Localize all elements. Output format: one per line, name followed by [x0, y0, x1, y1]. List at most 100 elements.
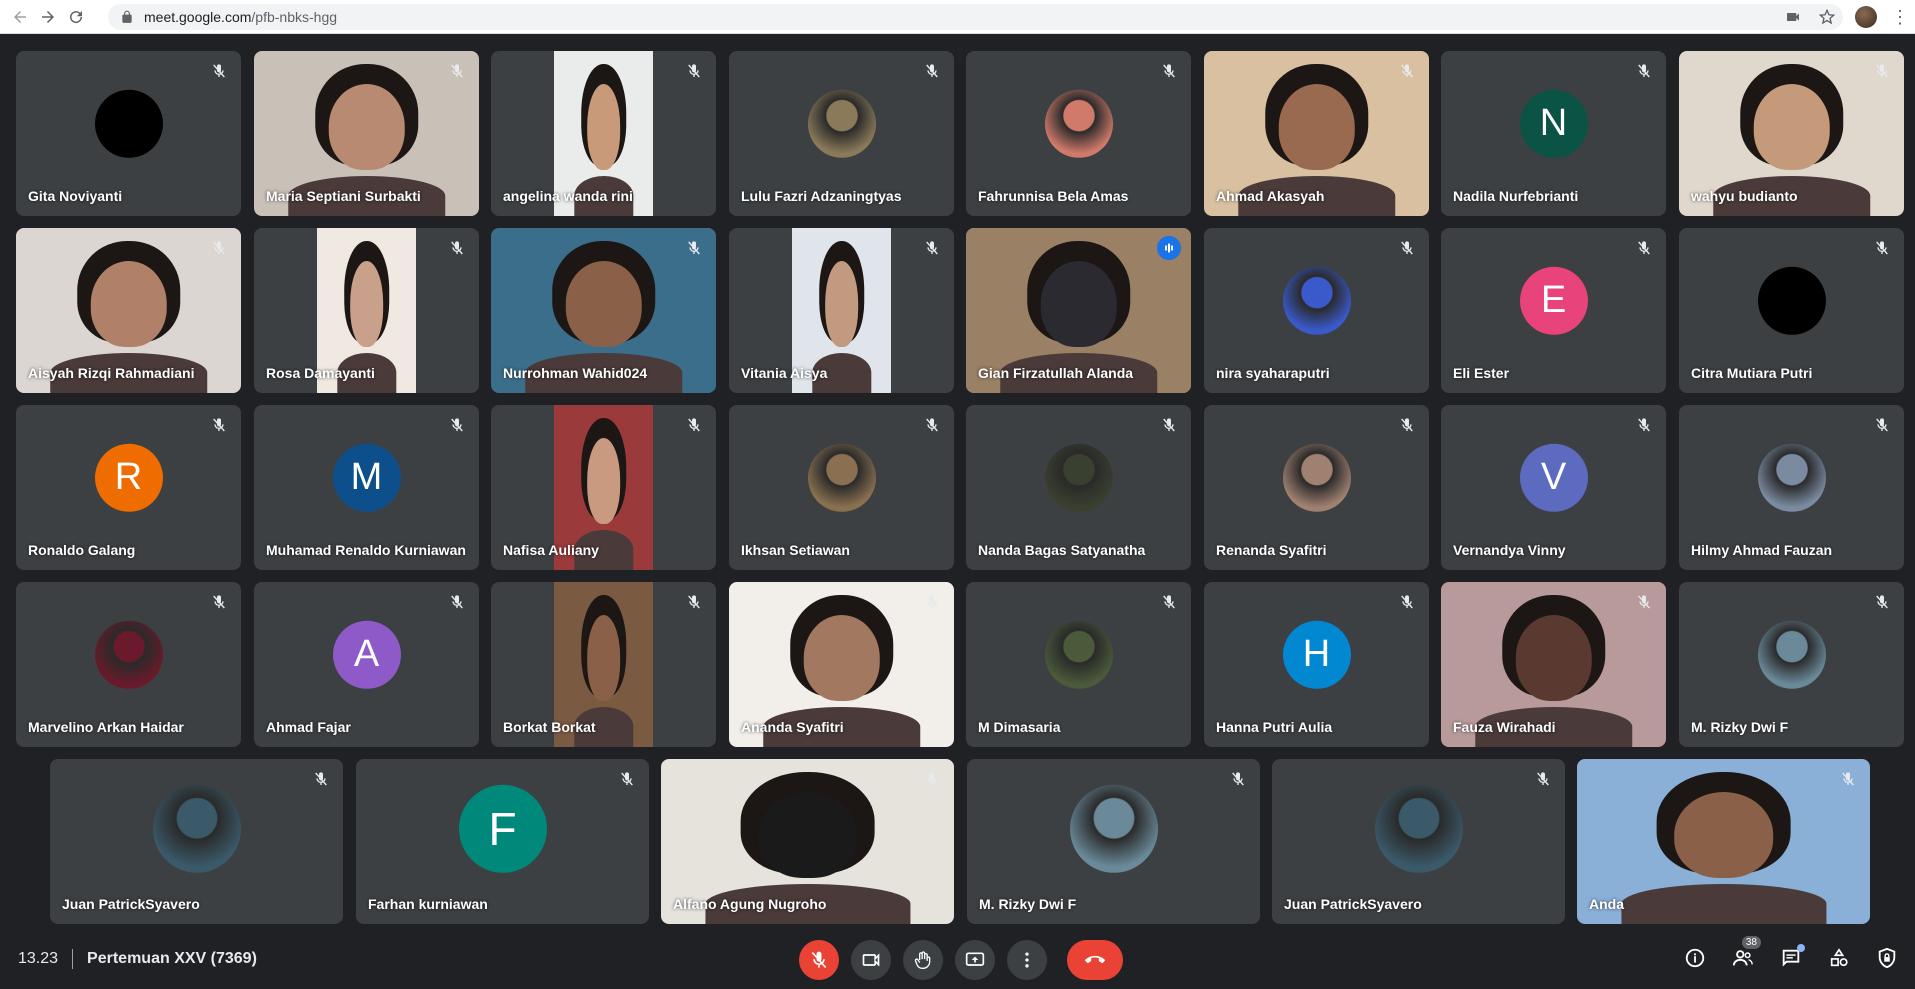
participant-tile[interactable]: Ikhsan Setiawan	[729, 405, 954, 570]
participant-tile[interactable]: Hilmy Ahmad Fauzan	[1679, 405, 1904, 570]
participant-name: Vitania Aisya	[741, 365, 828, 381]
participant-tile[interactable]: Juan PatrickSyavero	[50, 759, 343, 924]
participant-name: Nurrohman Wahid024	[503, 365, 648, 381]
participant-name: Ahmad Fajar	[266, 719, 351, 735]
shield-lock-icon	[1878, 947, 1896, 969]
participant-name: Nanda Bagas Satyanatha	[978, 542, 1146, 558]
participant-name: Ananda Syafitri	[741, 719, 844, 735]
raise-hand-button[interactable]	[903, 940, 943, 980]
participant-tile[interactable]: Juan PatrickSyavero	[1272, 759, 1565, 924]
bookmark-star-icon[interactable]	[1819, 9, 1835, 25]
participant-name: M. Rizky Dwi F	[1691, 719, 1789, 735]
participant-tile[interactable]: Anda	[1577, 759, 1870, 924]
participant-tile[interactable]: wahyu budianto	[1679, 51, 1904, 216]
participant-name: Muhamad Renaldo Kurniawan	[266, 542, 466, 558]
reload-icon[interactable]	[62, 3, 90, 31]
camera-in-use-icon[interactable]	[1785, 9, 1801, 25]
participant-tile[interactable]: Fahrunnisa Bela Amas	[966, 51, 1191, 216]
participant-name: Maria Septiani Surbakti	[266, 188, 421, 204]
people-button[interactable]: 38	[1727, 936, 1761, 974]
participant-name: Hilmy Ahmad Fauzan	[1691, 542, 1833, 558]
participant-tile[interactable]: Citra Mutiara Putri	[1679, 228, 1904, 393]
mic-muted-icon	[615, 767, 639, 791]
participant-tile[interactable]: Gita Noviyanti	[16, 51, 241, 216]
activities-button[interactable]	[1823, 942, 1855, 974]
browser-menu-icon[interactable]: ⋮	[1891, 7, 1909, 27]
forward-icon[interactable]	[34, 3, 62, 31]
participant-avatar: A	[332, 620, 401, 689]
participant-name: Fahrunnisa Bela Amas	[978, 188, 1129, 204]
participant-name: Anda	[1589, 896, 1624, 912]
mic-muted-icon	[1632, 590, 1656, 614]
participant-tile[interactable]: Rosa Damayanti	[254, 228, 479, 393]
participant-tile[interactable]: Fauza Wirahadi	[1441, 582, 1666, 747]
participant-tile[interactable]: R Ronaldo Galang	[16, 405, 241, 570]
participant-tile[interactable]: Alfano Agung Nugroho	[661, 759, 954, 924]
participant-tile[interactable]: V Vernandya Vinny	[1441, 405, 1666, 570]
camera-button[interactable]	[851, 940, 891, 980]
participant-tile[interactable]: E Eli Ester	[1441, 228, 1666, 393]
participant-avatar: R	[94, 443, 163, 512]
chat-button[interactable]	[1775, 942, 1807, 974]
mic-muted-icon	[1632, 59, 1656, 83]
mic-muted-icon	[1157, 59, 1181, 83]
participant-tile[interactable]: M. Rizky Dwi F	[1679, 582, 1904, 747]
participant-photo	[94, 620, 163, 689]
mic-off-button[interactable]	[799, 940, 839, 980]
participant-tile[interactable]: Nafisa Auliany	[491, 405, 716, 570]
participant-tile[interactable]: Vitania Aisya	[729, 228, 954, 393]
participant-tile[interactable]: M Dimasaria	[966, 582, 1191, 747]
participant-tile[interactable]: nira syaharaputri	[1204, 228, 1429, 393]
mic-muted-icon	[207, 236, 231, 260]
participant-tile[interactable]: Maria Septiani Surbakti	[254, 51, 479, 216]
meeting-time: 13.23	[18, 949, 59, 967]
profile-avatar[interactable]	[1855, 6, 1877, 28]
participant-name: Gita Noviyanti	[28, 188, 123, 204]
participant-tile[interactable]: Nanda Bagas Satyanatha	[966, 405, 1191, 570]
participant-tile[interactable]: Borkat Borkat	[491, 582, 716, 747]
mic-muted-icon	[1157, 413, 1181, 437]
more-vert-icon	[1025, 952, 1029, 968]
mic-muted-icon	[445, 413, 469, 437]
participant-tile[interactable]: H Hanna Putri Aulia	[1204, 582, 1429, 747]
mic-muted-icon	[682, 413, 706, 437]
mic-muted-icon	[1870, 59, 1894, 83]
participant-tile[interactable]: Renanda Syafitri	[1204, 405, 1429, 570]
participant-avatar: V	[1519, 443, 1588, 512]
present-screen-button[interactable]	[955, 940, 995, 980]
back-icon[interactable]	[6, 3, 34, 31]
participant-tile[interactable]: Aisyah Rizqi Rahmadiani	[16, 228, 241, 393]
participant-tile[interactable]: M Muhamad Renaldo Kurniawan	[254, 405, 479, 570]
participant-tile[interactable]: angelina wanda rini	[491, 51, 716, 216]
participant-tile[interactable]: M. Rizky Dwi F	[967, 759, 1260, 924]
participant-name: Ronaldo Galang	[28, 542, 136, 558]
leave-call-button[interactable]	[1067, 940, 1123, 980]
participant-grid: Gita Noviyanti Maria Septiani Surbakti ang…	[0, 34, 1915, 928]
address-bar[interactable]: meet.google.com/pfb-nbks-hgg	[108, 4, 1843, 30]
lock-icon	[122, 10, 132, 23]
participant-tile[interactable]: N Nadila Nurfebrianti	[1441, 51, 1666, 216]
participant-photo	[1757, 443, 1826, 512]
mic-muted-icon	[1395, 236, 1419, 260]
participant-avatar	[94, 89, 163, 158]
participant-tile[interactable]: Nurrohman Wahid024	[491, 228, 716, 393]
participant-tile[interactable]: Gian Firzatullah Alanda	[966, 228, 1191, 393]
call-end-icon	[1085, 955, 1105, 964]
meeting-info: 13.23 Pertemuan XXV (7369)	[18, 928, 257, 989]
host-controls-button[interactable]	[1871, 942, 1903, 974]
meeting-details-button[interactable]	[1679, 942, 1711, 974]
participant-tile[interactable]: A Ahmad Fajar	[254, 582, 479, 747]
side-panel-controls: 38	[1679, 936, 1903, 974]
participant-name: Nadila Nurfebrianti	[1453, 188, 1579, 204]
mic-off-icon	[811, 951, 827, 969]
participant-tile[interactable]: Lulu Fazri Adzaningtyas	[729, 51, 954, 216]
participant-photo	[1374, 784, 1463, 873]
participant-tile[interactable]: Marvelino Arkan Haidar	[16, 582, 241, 747]
more-options-button[interactable]	[1007, 940, 1047, 980]
participant-avatar: F	[458, 784, 547, 873]
mic-muted-icon	[1157, 590, 1181, 614]
participant-tile[interactable]: Ahmad Akasyah	[1204, 51, 1429, 216]
participant-tile[interactable]: F Farhan kurniawan	[356, 759, 649, 924]
participant-photo	[807, 443, 876, 512]
participant-tile[interactable]: Ananda Syafitri	[729, 582, 954, 747]
